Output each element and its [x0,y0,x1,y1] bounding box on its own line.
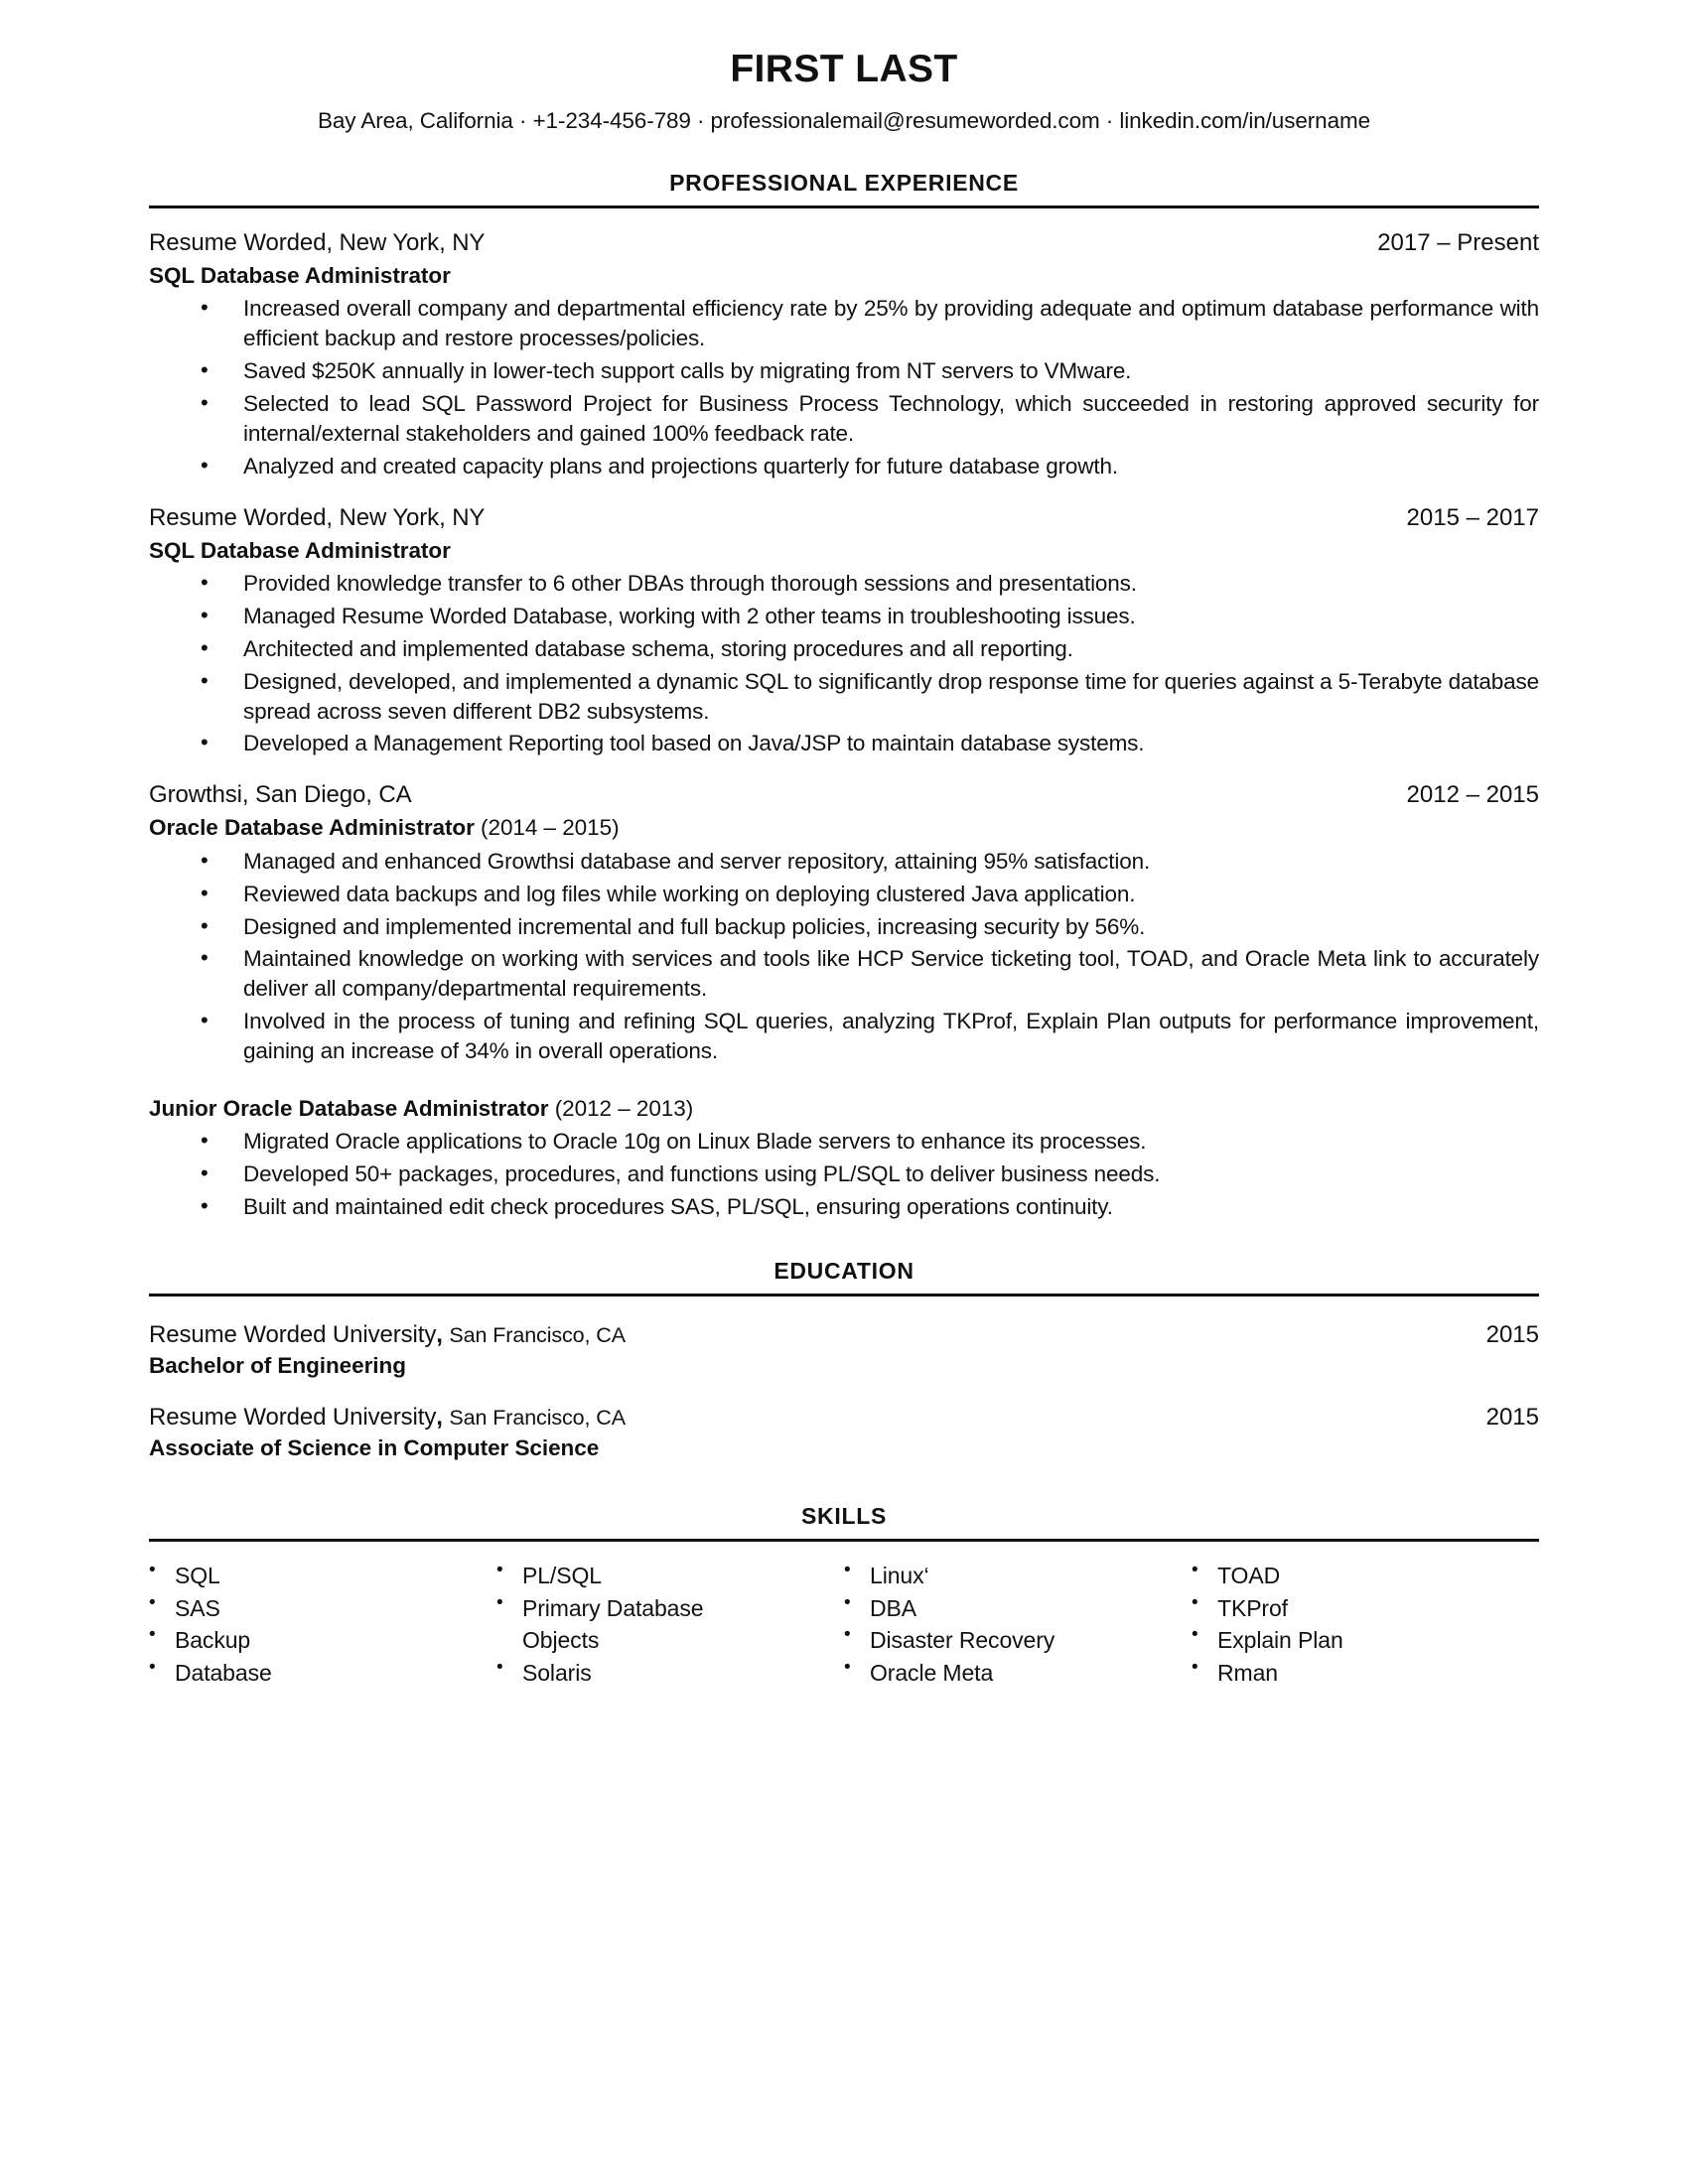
employer-location: Growthsi, San Diego, CA [149,781,412,809]
experience-entry-header: Growthsi, San Diego, CA 2012 – 2015 [149,780,1539,810]
list-item: Designed and implemented incremental and… [149,911,1539,942]
skill-item: Disaster Recovery [844,1622,1192,1657]
list-item: Built and maintained edit check procedur… [149,1191,1539,1222]
skill-item: DBA [844,1590,1192,1625]
graduation-year: 2015 [1485,1404,1539,1432]
list-item: Reviewed data backups and log files whil… [149,879,1539,909]
experience-entry-header: Resume Worded, New York, NY 2015 – 2017 [149,503,1539,533]
education-entry: Resume Worded University, San Francisco,… [149,1320,1539,1379]
job-title-text: Oracle Database Administrator [149,815,475,841]
skills-list: PL/SQL Primary Database Objects Solaris [496,1558,844,1690]
skill-item: Explain Plan [1192,1622,1539,1657]
skills-list: Linux‘ DBA Disaster Recovery Oracle Meta [844,1558,1192,1690]
list-item: Selected to lead SQL Password Project fo… [149,388,1539,449]
responsibility-list: Managed and enhanced Growthsi database a… [149,846,1539,1066]
employer-location: Resume Worded, New York, NY [149,503,486,531]
job-title: SQL Database Administrator [149,262,451,288]
list-item: Developed a Management Reporting tool ba… [149,728,1539,758]
list-item: Provided knowledge transfer to 6 other D… [149,568,1539,599]
list-item: Saved $250K annually in lower-tech suppo… [149,355,1539,386]
job-title: Oracle Database Administrator (2014 – 20… [149,813,1539,842]
skills-grid: SQL SAS Backup Database PL/SQL Primary D… [149,1558,1539,1690]
skill-item: SQL [149,1558,496,1592]
list-item: Designed, developed, and implemented a d… [149,666,1539,727]
contact-line: Bay Area, California · +1-234-456-789 · … [317,107,1371,133]
skill-item: TKProf [1192,1590,1539,1625]
skill-item: Oracle Meta [844,1655,1192,1690]
skill-item: TOAD [1192,1558,1539,1592]
skill-item: PL/SQL [496,1558,844,1592]
page-title: FIRST LAST [730,48,958,90]
school-location: Resume Worded University, San Francisco,… [149,1403,626,1433]
school-location-text: San Francisco, CA [449,1323,626,1348]
skill-item: Solaris [496,1655,844,1690]
education-entry-header: Resume Worded University, San Francisco,… [149,1403,1539,1433]
list-item: Analyzed and created capacity plans and … [149,451,1539,481]
skills-list: SQL SAS Backup Database [149,1558,496,1690]
skill-item: Database [149,1655,496,1690]
skills-column: Linux‘ DBA Disaster Recovery Oracle Meta [844,1558,1192,1690]
job-title-dates: (2014 – 2015) [481,815,620,841]
skill-item: Rman [1192,1655,1539,1690]
list-item: Architected and implemented database sch… [149,633,1539,664]
experience-entry: Growthsi, San Diego, CA 2012 – 2015 Orac… [149,780,1539,1222]
section-divider-education [149,1294,1539,1297]
degree-title: Bachelor of Engineering [149,1353,406,1379]
skills-list: TOAD TKProf Explain Plan Rman [1192,1558,1539,1690]
list-item: Managed and enhanced Growthsi database a… [149,846,1539,877]
list-item: Migrated Oracle applications to Oracle 1… [149,1126,1539,1157]
skill-item: Backup [149,1622,496,1657]
section-heading-experience: PROFESSIONAL EXPERIENCE [669,169,1019,196]
school-comma: , [436,1404,443,1432]
job-title: SQL Database Administrator [149,537,451,563]
skills-column: SQL SAS Backup Database [149,1558,496,1690]
employment-dates: 2012 – 2015 [1406,781,1539,809]
sub-job-title-text: Junior Oracle Database Administrator [149,1096,549,1122]
resume-page: FIRST LAST Bay Area, California · +1-234… [0,0,1688,2184]
list-item: Maintained knowledge on working with ser… [149,943,1539,1004]
skill-item: Linux‘ [844,1558,1192,1592]
section-heading-education: EDUCATION [774,1258,914,1285]
sub-job-title: Junior Oracle Database Administrator (20… [149,1094,1539,1123]
responsibility-list: Increased overall company and department… [149,293,1539,481]
employment-dates: 2017 – Present [1377,228,1539,256]
responsibility-list: Provided knowledge transfer to 6 other D… [149,568,1539,759]
section-divider-experience [149,205,1539,208]
education-entry-header: Resume Worded University, San Francisco,… [149,1320,1539,1350]
experience-entry-header: Resume Worded, New York, NY 2017 – Prese… [149,228,1539,258]
section-divider-skills [149,1539,1539,1543]
list-item: Involved in the process of tuning and re… [149,1006,1539,1066]
skill-item: SAS [149,1590,496,1625]
graduation-year: 2015 [1485,1321,1539,1349]
skill-item: Primary Database [496,1590,844,1625]
sub-responsibility-list: Migrated Oracle applications to Oracle 1… [149,1126,1539,1222]
skills-column: PL/SQL Primary Database Objects Solaris [496,1558,844,1690]
experience-entry: Resume Worded, New York, NY 2017 – Prese… [149,228,1539,481]
sub-job-title-dates: (2012 – 2013) [554,1096,694,1122]
school-name: Resume Worded University [149,1321,437,1349]
skills-column: TOAD TKProf Explain Plan Rman [1192,1558,1539,1690]
employment-dates: 2015 – 2017 [1406,503,1539,531]
list-item: Developed 50+ packages, procedures, and … [149,1159,1539,1189]
school-name: Resume Worded University [149,1404,437,1432]
education-entry: Resume Worded University, San Francisco,… [149,1403,1539,1461]
school-location-text: San Francisco, CA [449,1406,626,1431]
school-location: Resume Worded University, San Francisco,… [149,1320,626,1350]
experience-entry: Resume Worded, New York, NY 2015 – 2017 … [149,503,1539,759]
list-item: Increased overall company and department… [149,293,1539,353]
employer-location: Resume Worded, New York, NY [149,228,486,256]
school-comma: , [436,1321,443,1349]
section-heading-skills: SKILLS [801,1503,887,1530]
list-item: Managed Resume Worded Database, working … [149,601,1539,631]
skill-item-continuation: Objects [522,1627,600,1654]
degree-title: Associate of Science in Computer Science [149,1435,600,1461]
